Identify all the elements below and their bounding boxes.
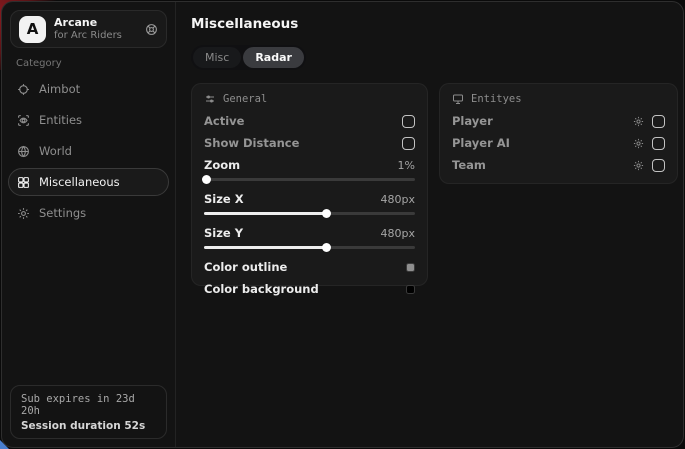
size-y-value: 480px	[381, 227, 416, 240]
slider-thumb[interactable]	[322, 243, 331, 252]
zoom-label: Zoom	[204, 158, 240, 172]
player-label: Player	[452, 114, 493, 128]
category-label: Category	[16, 58, 175, 69]
sidebar-item-miscellaneous[interactable]: Miscellaneous	[8, 168, 169, 196]
session-duration-text: Session duration 52s	[21, 420, 156, 432]
color-background-row: Color background	[204, 282, 415, 296]
color-background-label: Color background	[204, 282, 319, 296]
general-panel-title: General	[223, 93, 267, 105]
color-outline-label: Color outline	[204, 260, 287, 274]
player-row: Player	[452, 114, 665, 128]
grid-icon	[17, 176, 30, 189]
brand-subtitle: for Arc Riders	[54, 30, 137, 42]
general-panel: General Active Show Distance Zoom 1%	[191, 83, 428, 286]
size-x-label: Size X	[204, 192, 244, 206]
entities-panel-title: Entityes	[471, 93, 522, 105]
tab-bar: Misc Radar	[191, 45, 306, 70]
active-label: Active	[204, 114, 244, 128]
player-ai-settings-icon[interactable]	[633, 138, 644, 149]
sidebar-item-world[interactable]: World	[8, 137, 169, 165]
size-x-value: 480px	[381, 193, 416, 206]
color-outline-swatch[interactable]	[406, 263, 415, 272]
sidebar-item-label: Entities	[39, 113, 82, 127]
show-distance-label: Show Distance	[204, 136, 299, 150]
tab-misc[interactable]: Misc	[193, 47, 241, 68]
active-checkbox[interactable]	[402, 115, 415, 128]
player-ai-label: Player AI	[452, 136, 510, 150]
size-x-control: Size X 480px	[204, 192, 415, 218]
sidebar-item-settings[interactable]: Settings	[8, 199, 169, 227]
entities-panel: Entityes Player P	[439, 83, 678, 184]
team-settings-icon[interactable]	[633, 160, 644, 171]
refresh-icon[interactable]	[145, 23, 158, 36]
show-distance-checkbox[interactable]	[402, 137, 415, 150]
zoom-control: Zoom 1%	[204, 158, 415, 184]
slider-thumb[interactable]	[322, 209, 331, 218]
show-distance-row: Show Distance	[204, 136, 415, 150]
sliders-icon	[204, 93, 216, 105]
sidebar-item-label: Aimbot	[39, 82, 80, 96]
active-row: Active	[204, 114, 415, 128]
sidebar-item-label: World	[39, 144, 72, 158]
team-row: Team	[452, 158, 665, 172]
player-ai-row: Player AI	[452, 136, 665, 150]
zoom-slider[interactable]	[204, 175, 415, 184]
slider-thumb[interactable]	[202, 175, 211, 184]
size-y-label: Size Y	[204, 226, 243, 240]
sidebar: A Arcane for Arc Riders Category	[2, 2, 176, 447]
brand-card: A Arcane for Arc Riders	[10, 10, 167, 48]
gear-icon	[17, 207, 30, 220]
monitor-icon	[452, 93, 464, 105]
sub-expires-text: Sub expires in 23d 20h	[21, 393, 156, 417]
sidebar-item-label: Miscellaneous	[39, 175, 120, 189]
sidebar-item-aimbot[interactable]: Aimbot	[8, 75, 169, 103]
player-settings-icon[interactable]	[633, 116, 644, 127]
panel-row: General Active Show Distance Zoom 1%	[191, 83, 678, 286]
tab-radar[interactable]: Radar	[243, 47, 304, 68]
brand-logo: A	[19, 16, 46, 43]
crosshair-icon	[17, 83, 30, 96]
zoom-value: 1%	[398, 159, 415, 172]
size-x-slider[interactable]	[204, 209, 415, 218]
sidebar-nav: Aimbot Entities	[2, 73, 175, 229]
globe-icon	[17, 145, 30, 158]
main-content: Miscellaneous Misc Radar General	[176, 2, 684, 447]
scan-eye-icon	[17, 114, 30, 127]
color-outline-row: Color outline	[204, 260, 415, 274]
color-background-swatch[interactable]	[406, 285, 415, 294]
player-ai-checkbox[interactable]	[652, 137, 665, 150]
brand-title: Arcane	[54, 17, 137, 30]
team-label: Team	[452, 158, 486, 172]
page-title: Miscellaneous	[191, 16, 678, 32]
team-checkbox[interactable]	[652, 159, 665, 172]
arcane-window: A Arcane for Arc Riders Category	[1, 1, 684, 448]
player-checkbox[interactable]	[652, 115, 665, 128]
size-y-control: Size Y 480px	[204, 226, 415, 252]
sidebar-item-label: Settings	[39, 206, 86, 220]
size-y-slider[interactable]	[204, 243, 415, 252]
sidebar-item-entities[interactable]: Entities	[8, 106, 169, 134]
subscription-box: Sub expires in 23d 20h Session duration …	[10, 385, 167, 439]
